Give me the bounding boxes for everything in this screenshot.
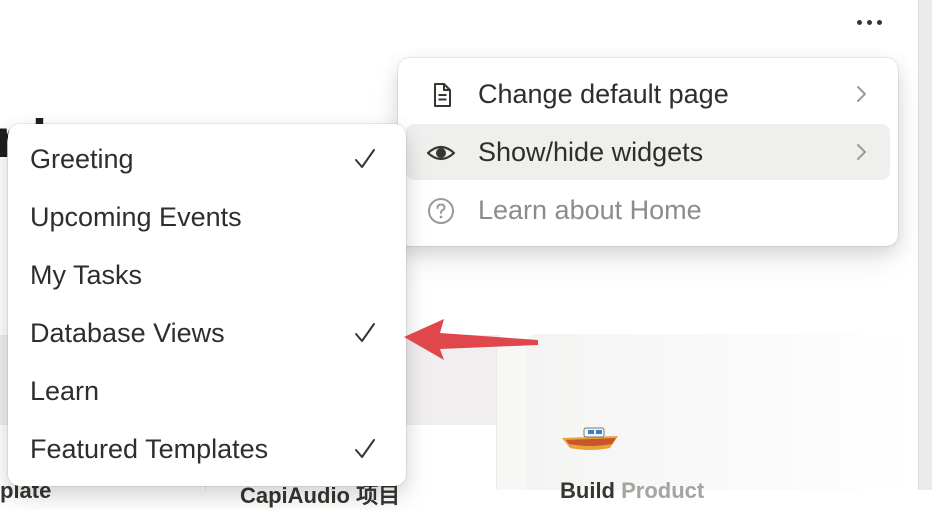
chevron-right-icon xyxy=(857,144,866,160)
menu-item-label: Show/hide widgets xyxy=(478,136,704,167)
checkmark-icon xyxy=(355,323,375,342)
widget-toggle-my-tasks[interactable]: My Tasks xyxy=(8,246,406,304)
menu-item-change-default-page[interactable]: Change default page xyxy=(406,66,890,122)
widget-toggle-database-views[interactable]: Database Views xyxy=(8,304,406,362)
help-circle-icon xyxy=(428,198,454,224)
widget-toggle-learn[interactable]: Learn xyxy=(8,362,406,420)
chevron-right-icon xyxy=(857,86,866,102)
widget-label: Learn xyxy=(30,376,100,406)
menu-item-label: Learn about Home xyxy=(478,194,702,225)
more-horizontal-icon xyxy=(876,19,882,25)
more-options-button[interactable] xyxy=(848,8,890,36)
eye-icon xyxy=(426,145,456,161)
card-title: Build Product xyxy=(560,478,705,503)
menu-item-label: Change default page xyxy=(478,78,729,109)
widget-toggle-upcoming-events[interactable]: Upcoming Events xyxy=(8,188,406,246)
more-horizontal-icon xyxy=(856,19,862,25)
widget-toggle-featured-templates[interactable]: Featured Templates xyxy=(8,420,406,478)
widget-label: Upcoming Events xyxy=(30,202,242,232)
file-icon xyxy=(434,83,451,107)
boat-emoji-icon xyxy=(562,427,618,450)
template-card[interactable] xyxy=(526,334,918,490)
widget-label: Featured Templates xyxy=(30,434,269,464)
window-scrollbar-edge xyxy=(918,0,932,490)
card-separator xyxy=(496,344,530,490)
home-options-menu: Change default page Show/hide widgets Le… xyxy=(398,58,898,246)
widget-label: Database Views xyxy=(30,318,225,348)
more-horizontal-icon xyxy=(866,19,872,25)
widget-label: My Tasks xyxy=(30,260,143,290)
checkmark-icon xyxy=(355,439,375,458)
widget-toggle-greeting[interactable]: Greeting xyxy=(8,130,406,188)
annotation-arrow-icon xyxy=(404,319,538,360)
widgets-submenu: Greeting Upcoming Events My Tasks Databa… xyxy=(8,124,406,486)
menu-item-learn-about-home[interactable]: Learn about Home xyxy=(406,182,890,238)
widget-label: Greeting xyxy=(30,144,134,174)
menu-item-show-hide-widgets[interactable]: Show/hide widgets xyxy=(406,124,890,180)
checkmark-icon xyxy=(355,149,375,168)
